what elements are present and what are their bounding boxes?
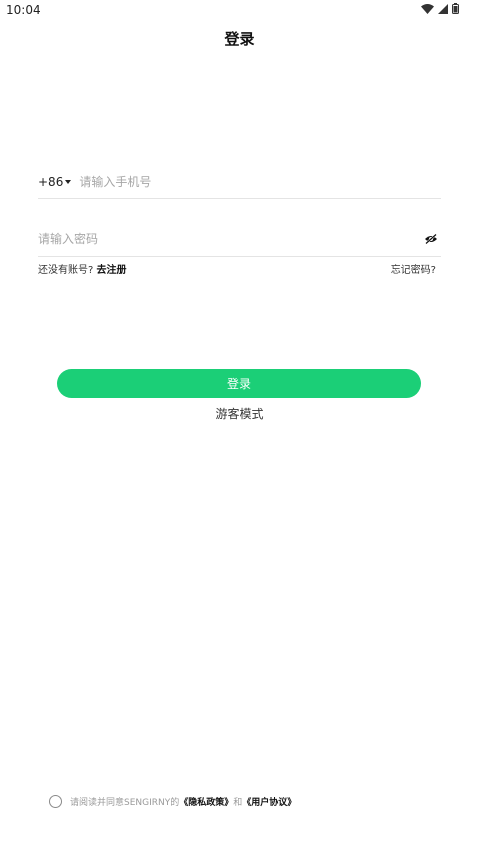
page-title: 登录: [224, 30, 255, 48]
agreement-prefix: 请阅读并同意SENGIRNY的: [70, 798, 180, 808]
register-prompt: 还没有账号? 去注册: [38, 261, 127, 276]
guest-mode-link[interactable]: 游客模式: [0, 405, 479, 422]
register-link[interactable]: 去注册: [97, 265, 127, 276]
battery-icon: [452, 3, 459, 14]
status-icons: [421, 3, 459, 14]
signal-icon: [438, 3, 448, 14]
login-button[interactable]: 登录: [57, 369, 421, 398]
caret-down-icon: [65, 179, 72, 184]
login-button-label: 登录: [226, 377, 251, 391]
user-agreement-link[interactable]: 《用户协议》: [242, 795, 296, 808]
agreement-row: 请阅读并同意SENGIRNY的 《隐私政策》 和 《用户协议》: [49, 795, 296, 808]
status-time: 10:04: [6, 3, 41, 17]
country-code-label: +86: [38, 175, 64, 189]
phone-row: +86: [38, 166, 441, 199]
password-input[interactable]: [38, 232, 424, 246]
phone-input[interactable]: [79, 175, 441, 189]
wifi-icon: [421, 3, 434, 14]
privacy-policy-link[interactable]: 《隐私政策》: [179, 795, 233, 808]
eye-off-icon[interactable]: [424, 234, 438, 244]
country-code-selector[interactable]: +86: [38, 175, 72, 189]
forgot-password-link[interactable]: 忘记密码?: [391, 261, 436, 276]
agree-radio[interactable]: [49, 795, 62, 808]
register-prefix: 还没有账号?: [38, 265, 94, 276]
password-row: [38, 222, 441, 257]
agreement-and: 和: [233, 798, 243, 808]
